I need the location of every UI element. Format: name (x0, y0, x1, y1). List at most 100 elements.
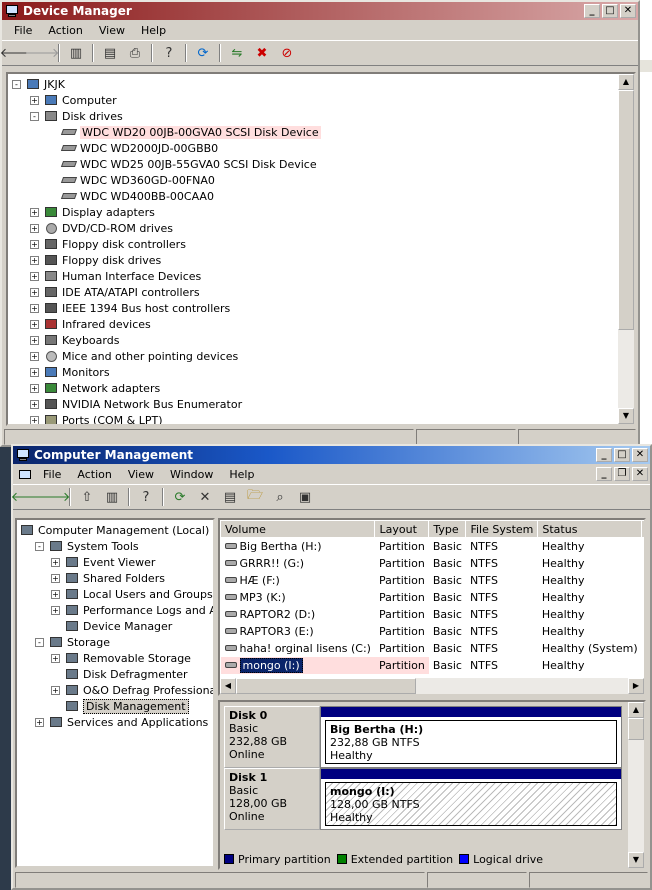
scan-hardware-icon[interactable]: ⟳ (192, 43, 214, 63)
console-tree-item[interactable]: - Storage (19, 634, 213, 650)
table-row[interactable]: haha! orginal lisens (C:) Partition Basic N… (221, 640, 645, 657)
column-header[interactable]: Layout (374, 520, 430, 538)
open-folder-icon[interactable]: 🗁 (244, 487, 266, 507)
search-icon[interactable]: ⌕ (269, 487, 291, 507)
collapse-toggle[interactable]: - (12, 79, 21, 89)
expand-toggle[interactable]: + (30, 95, 39, 105)
console-tree-item[interactable]: + Shared Folders (19, 570, 213, 586)
device-tree-item[interactable]: + Network adapters (12, 380, 634, 396)
device-tree-item[interactable]: - Disk drives (12, 108, 634, 124)
table-row[interactable]: RAPTOR3 (E:) Partition Basic NTFS Healthy 13,… (221, 623, 645, 640)
properties-icon[interactable]: ▤ (219, 487, 241, 507)
device-tree-item[interactable]: + Mice and other pointing devices (12, 348, 634, 364)
expand-toggle[interactable]: + (30, 335, 39, 345)
scroll-up-button[interactable]: ▲ (628, 702, 644, 718)
device-tree-item[interactable]: WDC WD360GD-00FNA0 (12, 172, 634, 188)
close-button[interactable]: ✕ (632, 448, 648, 462)
device-tree-item[interactable]: WDC WD400BB-00CAA0 (12, 188, 634, 204)
minimize-button[interactable]: _ (584, 4, 600, 18)
scroll-right-button[interactable]: ▶ (628, 678, 644, 694)
console-tree-item[interactable]: - System Tools (19, 538, 213, 554)
console-tree-item[interactable]: Disk Defragmenter (19, 666, 213, 682)
device-tree-scrollbar[interactable]: ▲ ▼ (618, 74, 634, 424)
device-tree-item[interactable]: + Floppy disk controllers (12, 236, 634, 252)
child-close-button[interactable]: ✕ (632, 467, 648, 481)
computer-management-titlebar[interactable]: Computer Management _ □ ✕ (13, 446, 650, 464)
menu-action[interactable]: Action (69, 466, 119, 483)
console-tree-item[interactable]: Disk Management (19, 698, 213, 714)
show-hide-tree-icon[interactable]: ▥ (65, 43, 87, 63)
expand-toggle[interactable]: + (30, 319, 39, 329)
device-tree-item[interactable]: + Computer (12, 92, 634, 108)
console-tree-item[interactable]: + Services and Applications (19, 714, 213, 730)
volume-list-hscrollbar[interactable]: ◀ ▶ (220, 678, 644, 694)
device-tree-item[interactable]: WDC WD20 00JB-00GVA0 SCSI Disk Device (12, 124, 634, 140)
show-hide-tree-icon[interactable]: ▥ (101, 487, 123, 507)
device-tree-item[interactable]: + DVD/CD-ROM drives (12, 220, 634, 236)
collapse-toggle[interactable]: - (35, 541, 44, 551)
expand-toggle[interactable]: + (51, 685, 60, 695)
device-tree-item[interactable]: + IEEE 1394 Bus host controllers (12, 300, 634, 316)
update-driver-icon[interactable]: ⇋ (226, 43, 248, 63)
device-tree-item[interactable]: + IDE ATA/ATAPI controllers (12, 284, 634, 300)
expand-toggle[interactable]: + (30, 415, 39, 424)
device-tree-item[interactable]: + NVIDIA Network Bus Enumerator (12, 396, 634, 412)
column-header[interactable]: Status (537, 520, 643, 538)
partition-block[interactable]: mongo (I:) 128,00 GB NTFS Healthy (320, 768, 622, 830)
device-tree-item[interactable]: + Floppy disk drives (12, 252, 634, 268)
expand-toggle[interactable]: + (30, 303, 39, 313)
help-icon[interactable]: ? (158, 43, 180, 63)
menu-window[interactable]: Window (162, 466, 221, 483)
disk-row[interactable]: Disk 1 Basic 128,00 GB Online mongo (I:) 128,… (224, 768, 622, 830)
console-tree-item[interactable]: Computer Management (Local) (19, 522, 213, 538)
maximize-button[interactable]: □ (614, 448, 630, 462)
menu-action[interactable]: Action (40, 22, 90, 39)
menu-file[interactable]: File (35, 466, 69, 483)
disable-icon[interactable]: ⊘ (276, 43, 298, 63)
expand-toggle[interactable]: + (51, 589, 60, 599)
partition-block[interactable]: Big Bertha (H:) 232,88 GB NTFS Healthy (320, 706, 622, 768)
column-header[interactable]: Type (428, 520, 467, 538)
forward-icon[interactable]: 🡒 (25, 43, 60, 63)
expand-toggle[interactable]: + (30, 271, 39, 281)
expand-toggle[interactable]: + (30, 351, 39, 361)
device-tree-item[interactable]: + Monitors (12, 364, 634, 380)
console-tree-item[interactable]: + Removable Storage (19, 650, 213, 666)
console-tree-item[interactable]: + Event Viewer (19, 554, 213, 570)
scroll-up-button[interactable]: ▲ (618, 74, 634, 90)
console-tree-item[interactable]: Device Manager (19, 618, 213, 634)
table-row[interactable]: RAPTOR2 (D:) Partition Basic NTFS Healthy 10,… (221, 606, 645, 623)
expand-toggle[interactable]: + (30, 287, 39, 297)
expand-toggle[interactable]: + (51, 653, 60, 663)
scroll-thumb[interactable] (628, 718, 644, 740)
disk-pane-scrollbar[interactable]: ▲ ▼ (628, 702, 644, 868)
expand-toggle[interactable]: + (35, 717, 44, 727)
device-tree-item[interactable]: WDC WD25 00JB-55GVA0 SCSI Disk Device (12, 156, 634, 172)
close-button[interactable]: ✕ (620, 4, 636, 18)
scroll-left-button[interactable]: ◀ (220, 678, 236, 694)
column-header[interactable]: Capac (641, 520, 644, 538)
expand-toggle[interactable]: + (51, 605, 60, 615)
expand-toggle[interactable]: + (51, 573, 60, 583)
print-icon[interactable]: ⎙ (124, 43, 146, 63)
menu-view[interactable]: View (120, 466, 162, 483)
table-row[interactable]: HÆ (F:) Partition Basic NTFS Healthy 14,80 (221, 572, 645, 589)
device-manager-titlebar[interactable]: Device Manager _ □ ✕ (2, 2, 638, 20)
device-tree-item[interactable]: + Human Interface Devices (12, 268, 634, 284)
expand-toggle[interactable]: + (30, 223, 39, 233)
expand-toggle[interactable]: + (30, 367, 39, 377)
column-header[interactable]: Volume (220, 520, 376, 538)
collapse-toggle[interactable]: - (30, 111, 39, 121)
mmc-icon[interactable] (17, 467, 33, 481)
expand-toggle[interactable]: + (30, 207, 39, 217)
uninstall-icon[interactable]: ✖ (251, 43, 273, 63)
collapse-toggle[interactable]: - (35, 637, 44, 647)
maximize-button[interactable]: □ (602, 4, 618, 18)
table-row[interactable]: Big Bertha (H:) Partition Basic NTFS Healthy… (221, 538, 645, 555)
properties-icon[interactable]: ▤ (99, 43, 121, 63)
refresh-icon[interactable]: ⟳ (169, 487, 191, 507)
menu-view[interactable]: View (91, 22, 133, 39)
up-folder-icon[interactable]: ⇧ (76, 487, 98, 507)
menu-file[interactable]: File (6, 22, 40, 39)
minimize-button[interactable]: _ (596, 448, 612, 462)
